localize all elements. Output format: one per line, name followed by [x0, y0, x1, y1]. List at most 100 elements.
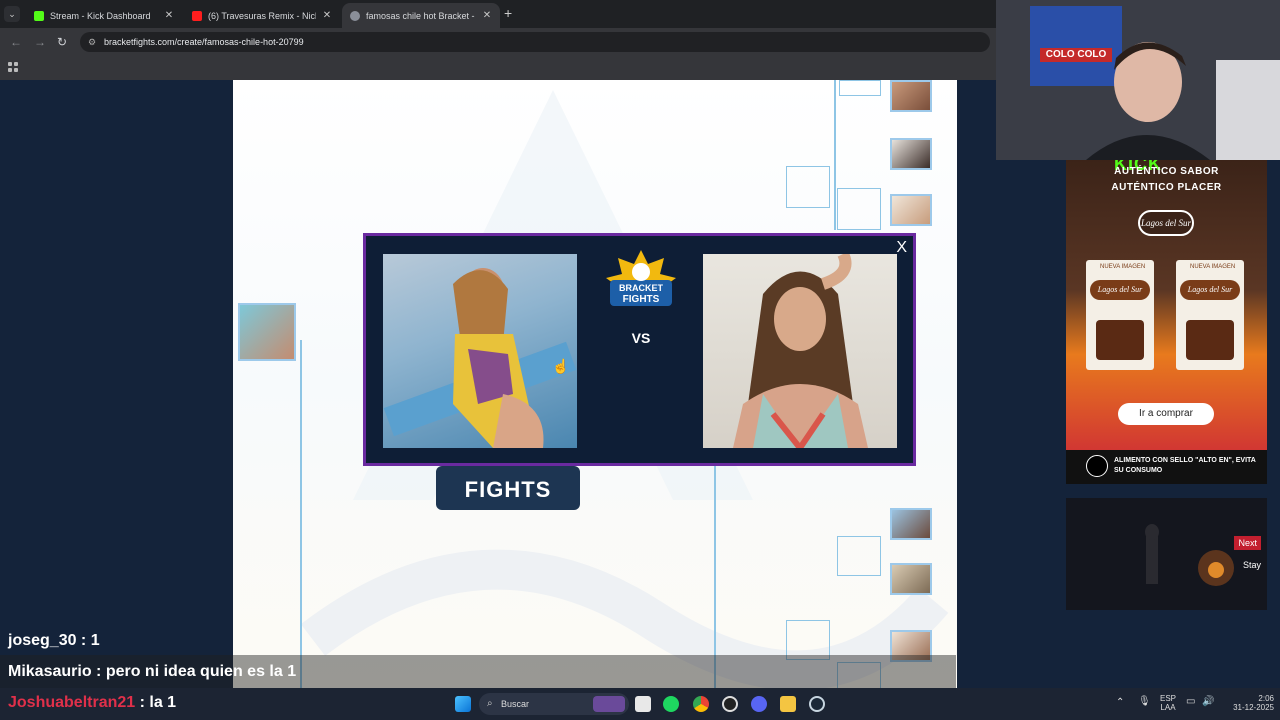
chat-username: Joshuabeltran21 — [8, 694, 136, 711]
search-highlight-icon — [593, 696, 625, 712]
contestant-left-image[interactable] — [383, 254, 577, 448]
chat-message: joseg_30 : 1 — [8, 632, 100, 649]
chevron-up-icon[interactable]: ⌃ — [1116, 698, 1124, 708]
tab-search-menu-button[interactable]: ⌄ — [4, 6, 20, 22]
discord-icon[interactable] — [751, 696, 767, 712]
pack-tag: NUEVA IMAGEN — [1190, 264, 1236, 270]
product-pack-right: NUEVA IMAGEN Lagos del Sur — [1176, 260, 1244, 370]
language-indicator[interactable]: ESP LAA — [1158, 694, 1178, 712]
bracket-slot — [837, 188, 881, 230]
bracket-connector — [834, 80, 836, 230]
tab-bracket[interactable]: famosas chile hot Bracket - Bra ✕ — [342, 3, 500, 28]
reload-icon[interactable]: ↻ — [57, 35, 67, 49]
bracket-fights-logo: FIGHTS — [436, 466, 580, 510]
logo-text: FIGHTS — [464, 477, 552, 502]
windows-taskbar: ⌕ Buscar ⌃ 🎙 ESP LAA ▭ 🔊 2:06 31-12-2025 — [0, 688, 1280, 720]
file-explorer-icon[interactable] — [780, 696, 796, 712]
contestant-thumbnail[interactable] — [890, 194, 932, 226]
hand-cursor-icon: ☝ — [552, 358, 570, 374]
back-icon[interactable]: ← — [10, 35, 22, 49]
new-tab-button[interactable]: + — [504, 6, 512, 20]
close-icon[interactable]: ✕ — [322, 10, 332, 21]
ad-buy-button[interactable]: Ir a comprar — [1118, 403, 1214, 425]
lang-top: ESP — [1159, 694, 1176, 703]
tab-label: Stream - Kick Dashboard — [50, 10, 151, 21]
close-modal-button[interactable]: X — [896, 240, 907, 256]
url-text: bracketfights.com/create/famosas-chile-h… — [104, 37, 304, 47]
microphone-icon[interactable]: 🎙 — [1138, 697, 1151, 707]
contestant-thumbnail[interactable] — [890, 508, 932, 540]
clock[interactable]: 2:06 31-12-2025 — [1224, 694, 1274, 712]
svg-text:FIGHTS: FIGHTS — [623, 294, 660, 305]
pack-tag: NUEVA IMAGEN — [1100, 264, 1146, 270]
game-scene — [1066, 498, 1267, 610]
close-icon[interactable]: ✕ — [164, 10, 174, 21]
bracket-slot — [839, 80, 881, 96]
alto-en-seal-icon — [1086, 455, 1108, 477]
site-info-icon[interactable]: ⚙ — [88, 32, 96, 52]
photo-right — [733, 254, 868, 448]
webcam-feed: COLO COLO — [996, 0, 1280, 160]
stay-button[interactable]: Stay — [1243, 560, 1261, 570]
youtube-icon — [192, 10, 202, 21]
chat-text: 1 — [90, 632, 100, 649]
webcam-scene — [996, 0, 1280, 160]
ad-brand-logo: Lagos del Sur — [1138, 210, 1194, 236]
bookmarks-bar — [0, 56, 996, 80]
photo-left — [383, 268, 577, 448]
spotify-icon[interactable] — [663, 696, 679, 712]
bracket-slot — [786, 620, 830, 660]
forward-icon[interactable]: → — [34, 35, 46, 49]
bracket-connector — [714, 460, 716, 688]
tab-label: famosas chile hot Bracket - Bra — [366, 10, 476, 21]
taskbar-search[interactable]: ⌕ Buscar — [479, 693, 629, 715]
close-icon[interactable]: ✕ — [482, 10, 492, 21]
contestant-right-image[interactable] — [703, 254, 897, 448]
address-bar-row: ← → ↻ ⚙ bracketfights.com/create/famosas… — [0, 28, 996, 56]
contestant-thumbnail[interactable] — [890, 80, 932, 112]
tab-label: (6) Travesuras Remix - Nicky Jam — [208, 10, 316, 21]
contestant-thumbnail[interactable] — [890, 138, 932, 170]
windows-start-icon[interactable] — [455, 696, 471, 712]
product-image — [1096, 320, 1144, 360]
github-icon[interactable] — [722, 696, 738, 712]
ad-tagline-2: AUTÉNTICO PLACER — [1111, 182, 1222, 193]
bracket-fights-badge: BRACKET FIGHTS — [606, 250, 676, 306]
bracket-connector — [300, 340, 302, 688]
volume-icon[interactable]: 🔊 — [1202, 697, 1214, 707]
product-image — [1186, 320, 1234, 360]
sponsor-ad[interactable]: KICK AUTÉNTICO SABOR AUTÉNTICO PLACER La… — [1066, 160, 1267, 484]
bracket-slot — [837, 536, 881, 576]
url-field[interactable]: ⚙ bracketfights.com/create/famosas-chile… — [80, 32, 990, 52]
lang-bottom: LAA — [1160, 703, 1176, 712]
network-icon[interactable]: ▭ — [1186, 697, 1195, 707]
chat-message: Joshuabeltran21 : la 1 — [8, 694, 177, 711]
task-view-icon[interactable] — [635, 696, 651, 712]
chat-message: Mikasaurio : pero ni idea quien es la 1 — [8, 663, 297, 680]
vs-label: VS — [631, 330, 651, 346]
search-placeholder: Buscar — [501, 699, 530, 709]
chat-text: la 1 — [149, 694, 177, 711]
screen: ⌄ Stream - Kick Dashboard ✕ (6) Travesur… — [0, 0, 1280, 720]
chat-username: Mikasaurio — [8, 663, 92, 680]
contestant-thumbnail[interactable] — [238, 303, 296, 361]
tab-kick-dashboard[interactable]: Stream - Kick Dashboard ✕ — [26, 3, 182, 28]
browser-tab-bar: ⌄ Stream - Kick Dashboard ✕ (6) Travesur… — [0, 0, 996, 28]
chat-text: pero ni idea quien es la 1 — [105, 663, 297, 680]
ad-brand-text: Lagos del Sur — [1140, 218, 1191, 228]
chrome-icon[interactable] — [693, 696, 709, 712]
tab-youtube[interactable]: (6) Travesuras Remix - Nicky Jam ✕ — [184, 3, 340, 28]
matchup-modal: X BRACKET FIGHTS VS — [363, 233, 916, 466]
next-button[interactable]: Next — [1234, 536, 1261, 550]
bracket-slot — [786, 166, 830, 208]
search-icon: ⌕ — [487, 698, 493, 709]
clock-time: 2:06 — [1258, 694, 1274, 703]
contestant-thumbnail[interactable] — [890, 563, 932, 595]
game-video-panel[interactable]: Next Stay — [1066, 498, 1267, 610]
apps-grid-icon[interactable] — [8, 62, 18, 72]
webcam-banner-text: COLO COLO — [1045, 49, 1107, 60]
bracketfights-icon — [350, 10, 360, 21]
pack-brand: Lagos del Sur — [1097, 285, 1143, 294]
ad-warning-bar: ALIMENTO CON SELLO "ALTO EN", EVITA SU C… — [1066, 450, 1267, 484]
steam-icon[interactable] — [809, 696, 825, 712]
